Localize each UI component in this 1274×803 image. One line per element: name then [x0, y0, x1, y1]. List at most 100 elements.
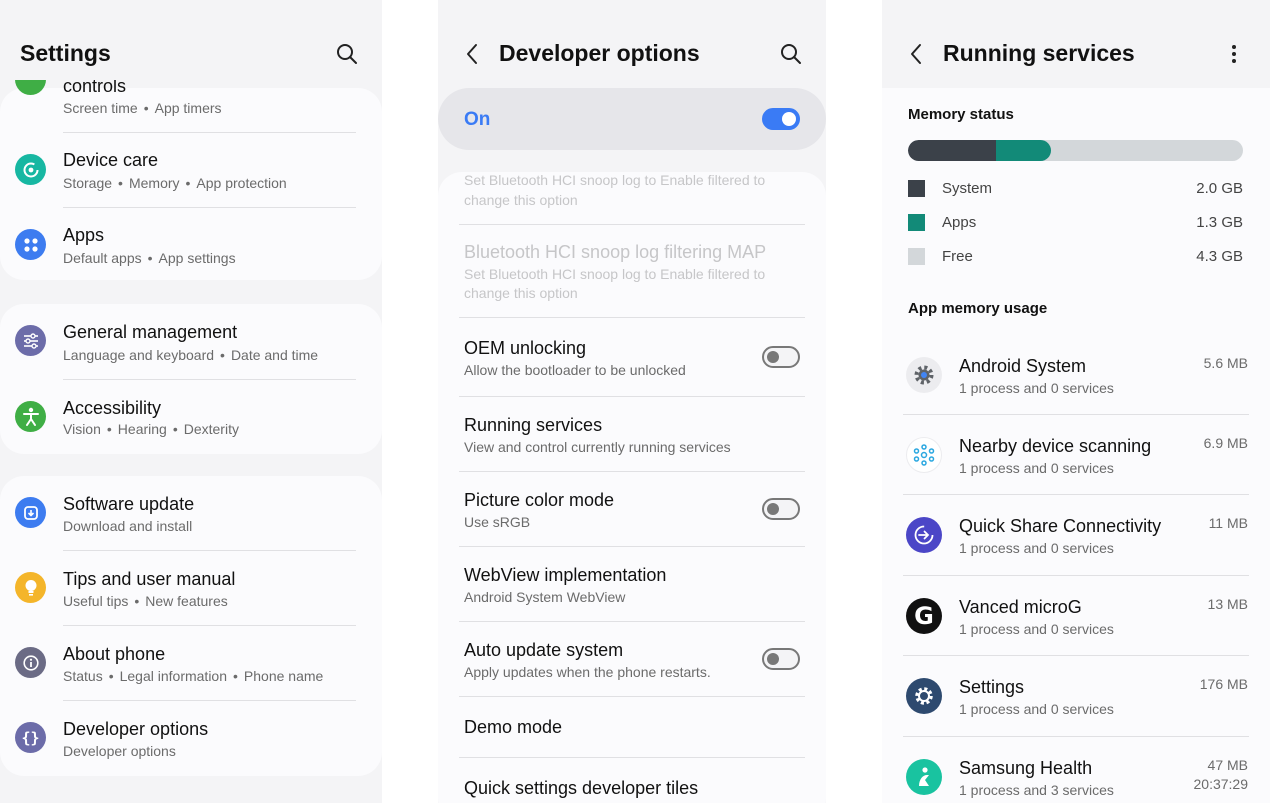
option-webview-implementation[interactable]: WebView implementation Android System We… [438, 547, 826, 621]
search-button[interactable] [334, 41, 360, 67]
settings-item-device-care[interactable]: Device care Storage • Memory • App protectio… [0, 133, 382, 208]
option-picture-color-mode[interactable]: Picture color mode Use sRGB [438, 472, 826, 546]
auto-update-system-toggle[interactable] [762, 648, 800, 670]
option-running-services[interactable]: Running services View and control curren… [438, 397, 826, 471]
settings-gear-icon [906, 678, 942, 714]
toggle-knob [767, 503, 779, 515]
search-button[interactable] [778, 41, 804, 67]
settings-item-title: About phone [63, 644, 166, 664]
settings-item-general-management[interactable]: General management Language and keyboard… [0, 304, 382, 379]
settings-item-about-phone[interactable]: About phone Status • Legal information • Pho… [0, 626, 382, 701]
sliders-icon [15, 325, 46, 356]
app-row-vanced-microg[interactable]: G Vanced microG 1 process and 0 services… [882, 576, 1270, 656]
settings-item-tips[interactable]: Tips and user manual Useful tips • New fea… [0, 551, 382, 626]
app-process-info: 1 process and 0 services [959, 460, 1114, 476]
accessibility-icon [15, 401, 46, 432]
option-subtitle: Set Bluetooth HCI snoop log to Enable fi… [464, 172, 766, 188]
search-icon [337, 44, 357, 64]
settings-item-title: Software update [63, 494, 195, 514]
option-oem-unlocking[interactable]: OEM unlocking Allow the bootloader to be… [438, 318, 826, 396]
option-subtitle: Android System WebView [464, 589, 626, 605]
settings-item-subtitle: Default apps • App settings [63, 250, 236, 266]
page-title: Running services [943, 40, 1135, 66]
legend-swatch-system [908, 180, 925, 197]
settings-item-accessibility[interactable]: Accessibility Vision • Hearing • Dexterity [0, 380, 382, 455]
picture-color-mode-toggle[interactable] [762, 498, 800, 520]
legend-label-system: System [942, 180, 993, 197]
option-title: OEM unlocking [464, 338, 587, 358]
app-row-nearby-device-scanning[interactable]: Nearby device scanning 1 process and 0 s… [882, 415, 1270, 495]
app-memory-size: 11 MB [1208, 515, 1248, 531]
oem-unlocking-toggle[interactable] [762, 346, 800, 368]
back-button[interactable] [903, 41, 929, 67]
more-options-button[interactable] [1221, 41, 1247, 67]
lightbulb-icon [15, 572, 46, 603]
app-process-info: 1 process and 0 services [959, 380, 1114, 396]
app-name: Quick Share Connectivity [959, 516, 1162, 536]
settings-item-developer-options[interactable]: {} Developer options Developer options [0, 701, 382, 776]
quick-share-icon [906, 517, 942, 553]
samsung-health-icon [906, 759, 942, 795]
app-row-quick-share[interactable]: Quick Share Connectivity 1 process and 0… [882, 495, 1270, 575]
page-title: Developer options [499, 40, 700, 66]
toggle-knob [782, 112, 796, 126]
legend-value-apps: 1.3 GB [1196, 214, 1243, 231]
option-title: WebView implementation [464, 565, 667, 585]
option-subtitle: change this option [464, 285, 578, 301]
device-care-icon [15, 154, 46, 185]
settings-item-title: Tips and user manual [63, 569, 236, 589]
settings-item-subtitle: Useful tips • New features [63, 593, 228, 609]
more-vertical-icon [1232, 45, 1236, 63]
back-arrow-icon [911, 44, 921, 64]
braces-icon: {} [15, 722, 46, 753]
settings-item-subtitle: Storage • Memory • App protection [63, 175, 287, 191]
app-row-settings[interactable]: Settings 1 process and 0 services 176 MB [882, 656, 1270, 736]
settings-item-subtitle: Vision • Hearing • Dexterity [63, 421, 239, 437]
legend-swatch-free [908, 248, 925, 265]
running-top-bar: Running services [882, 0, 1270, 88]
app-row-android-system[interactable]: Android System 1 process and 0 services … [882, 335, 1270, 415]
option-subtitle: change this option [464, 192, 578, 208]
app-memory-size: 5.6 MB [1203, 355, 1248, 371]
settings-item-title: Apps [63, 225, 105, 245]
app-memory-size: 13 MB [1207, 596, 1248, 612]
app-name: Settings [959, 677, 1025, 697]
microg-icon: G [906, 598, 942, 634]
app-process-info: 1 process and 0 services [959, 701, 1114, 717]
option-auto-update-system[interactable]: Auto update system Apply updates when th… [438, 622, 826, 696]
apps-icon [15, 229, 46, 260]
option-quick-settings-tiles[interactable]: Quick settings developer tiles [438, 758, 826, 803]
option-title: Quick settings developer tiles [464, 778, 699, 798]
master-toggle[interactable] [762, 108, 800, 130]
option-demo-mode[interactable]: Demo mode [438, 697, 826, 757]
page-title: Settings [20, 40, 111, 66]
settings-item-subtitle: Language and keyboard • Date and time [63, 347, 319, 363]
app-process-info: 1 process and 0 services [959, 540, 1114, 556]
settings-item-software-update[interactable]: Software update Download and install [0, 476, 382, 551]
settings-item-title: Developer options [63, 719, 209, 739]
settings-item-subtitle: Download and install [63, 518, 193, 534]
memory-bar-system-segment [908, 140, 996, 161]
search-icon [781, 44, 801, 64]
app-row-samsung-health[interactable]: Samsung Health 1 process and 3 services … [882, 737, 1270, 803]
developer-master-switch-row[interactable]: On [438, 88, 826, 150]
app-memory-size: 6.9 MB [1203, 435, 1248, 451]
master-switch-label: On [464, 109, 491, 130]
option-title: Bluetooth HCI snoop log filtering MAP [464, 242, 767, 262]
option-subtitle: Use sRGB [464, 514, 531, 530]
developer-top-bar: Developer options [438, 0, 826, 88]
toggle-knob [767, 653, 779, 665]
nearby-icon [906, 437, 942, 473]
legend-value-free: 4.3 GB [1196, 248, 1243, 265]
settings-item-title: Device care [63, 150, 159, 170]
settings-item-apps[interactable]: Apps Default apps • App settings [0, 208, 382, 283]
settings-panel: controls Screen time • App timers Settings… [0, 0, 382, 803]
back-button[interactable] [459, 41, 485, 67]
back-arrow-icon [467, 44, 477, 64]
toggle-knob [767, 351, 779, 363]
software-update-icon [15, 497, 46, 528]
app-name: Nearby device scanning [959, 436, 1152, 456]
disabled-option-partial: Set Bluetooth HCI snoop log to Enable fi… [438, 172, 826, 224]
option-subtitle: Set Bluetooth HCI snoop log to Enable fi… [464, 266, 766, 282]
memory-bar [908, 140, 1243, 161]
